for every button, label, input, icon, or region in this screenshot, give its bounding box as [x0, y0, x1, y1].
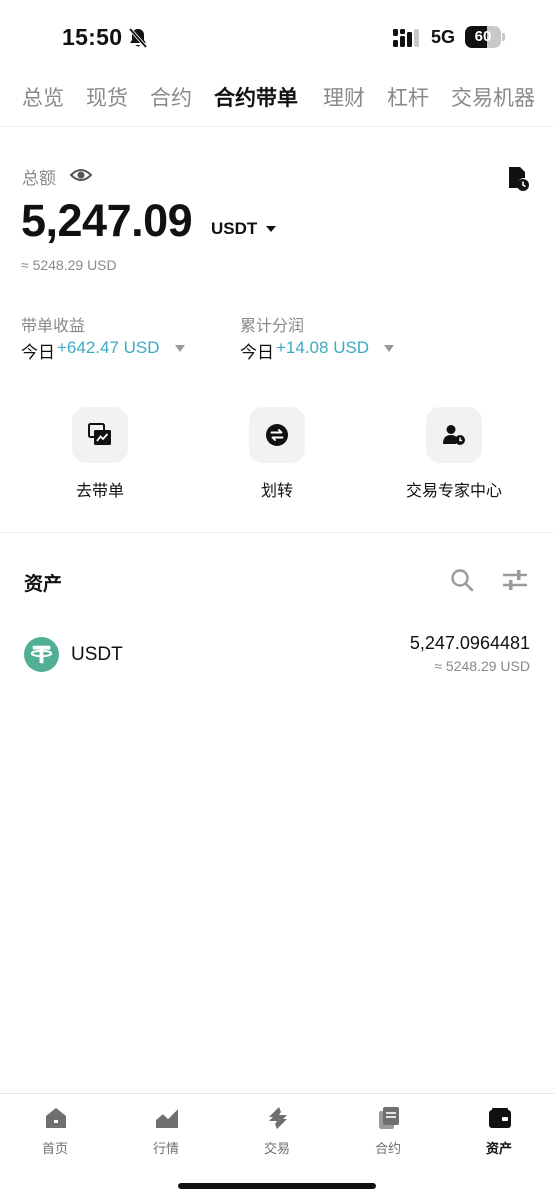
- asset-amount: 5,247.0964481: [409, 633, 530, 653]
- expert-center-action[interactable]: 交易专家中心: [384, 407, 524, 507]
- nav-assets-label: 资产: [485, 1141, 512, 1156]
- copy-profit-period[interactable]: 今日: [21, 338, 55, 363]
- tab-futures[interactable]: 合约: [150, 82, 192, 116]
- nav-contract-label: 合约: [374, 1141, 401, 1156]
- nav-contract[interactable]: 合约: [333, 1106, 443, 1160]
- total-approx-usd: ≈ 5248.29 USD: [21, 257, 117, 273]
- wallet-icon: [489, 1108, 511, 1128]
- status-bar: 15:50 5G 60: [0, 0, 554, 76]
- profit-share-period[interactable]: 今日: [240, 338, 274, 363]
- tab-overview[interactable]: 总览: [22, 82, 64, 116]
- tab-copy-trading[interactable]: 合约带单: [214, 82, 298, 116]
- market-icon: [155, 1107, 179, 1128]
- section-divider: [0, 532, 554, 533]
- nav-assets[interactable]: 资产: [444, 1106, 554, 1160]
- history-icon[interactable]: [506, 166, 530, 192]
- filter-sliders-icon[interactable]: [502, 568, 528, 592]
- search-icon[interactable]: [450, 568, 474, 592]
- profit-share-value: +14.08 USD: [276, 338, 370, 357]
- nav-market[interactable]: 行情: [111, 1106, 221, 1160]
- nav-market-label: 行情: [152, 1141, 179, 1156]
- total-label: 总额: [22, 169, 56, 188]
- nav-trade-label: 交易: [263, 1141, 290, 1156]
- battery-icon: 60: [465, 26, 505, 48]
- network-type: 5G: [431, 27, 456, 47]
- copy-profit-label: 带单收益: [21, 318, 86, 335]
- caret-down-icon[interactable]: [384, 344, 394, 353]
- transfer-action[interactable]: 划转: [207, 407, 347, 507]
- tab-margin[interactable]: 杠杆: [387, 82, 429, 116]
- expert-icon: [443, 425, 465, 445]
- copy-profit-value: +642.47 USD: [57, 338, 160, 357]
- account-tabs: 总览 现货 合约 合约带单 理财 杠杆 交易机器: [0, 82, 554, 126]
- chart-window-icon: [88, 423, 111, 445]
- copy-trade-label: 去带单: [75, 483, 124, 500]
- nav-trade[interactable]: 交易: [222, 1106, 332, 1160]
- transfer-label: 划转: [260, 483, 293, 500]
- total-unit[interactable]: USDT: [211, 219, 257, 239]
- asset-name: USDT: [71, 644, 123, 665]
- battery-level: 60: [474, 28, 492, 45]
- home-icon: [46, 1108, 66, 1128]
- tab-divider: [0, 126, 554, 127]
- tab-spot[interactable]: 现货: [86, 82, 128, 116]
- tab-earn[interactable]: 理财: [323, 82, 365, 116]
- profit-share-label: 累计分润: [240, 318, 305, 335]
- caret-down-icon[interactable]: [265, 224, 277, 234]
- caret-down-icon[interactable]: [175, 344, 185, 353]
- copy-trade-action[interactable]: 去带单: [30, 407, 170, 507]
- transfer-icon: [266, 424, 288, 446]
- signal-icon: [393, 29, 419, 47]
- tab-trading-bots[interactable]: 交易机器: [451, 82, 535, 116]
- nav-home[interactable]: 首页: [0, 1106, 110, 1160]
- asset-approx-usd: ≈ 5248.29 USD: [434, 658, 530, 674]
- eye-icon[interactable]: [70, 166, 92, 184]
- bottom-nav-divider: [0, 1093, 554, 1094]
- expert-center-label: 交易专家中心: [405, 483, 502, 500]
- home-indicator[interactable]: [178, 1183, 376, 1189]
- bell-slash-icon: [128, 27, 148, 49]
- assets-title: 资产: [24, 574, 63, 595]
- trade-icon: [269, 1107, 287, 1129]
- total-amount: 5,247.09: [21, 195, 193, 246]
- status-time: 15:50: [62, 24, 123, 50]
- tether-icon: [24, 637, 59, 672]
- contract-icon: [379, 1107, 399, 1129]
- nav-home-label: 首页: [41, 1141, 68, 1156]
